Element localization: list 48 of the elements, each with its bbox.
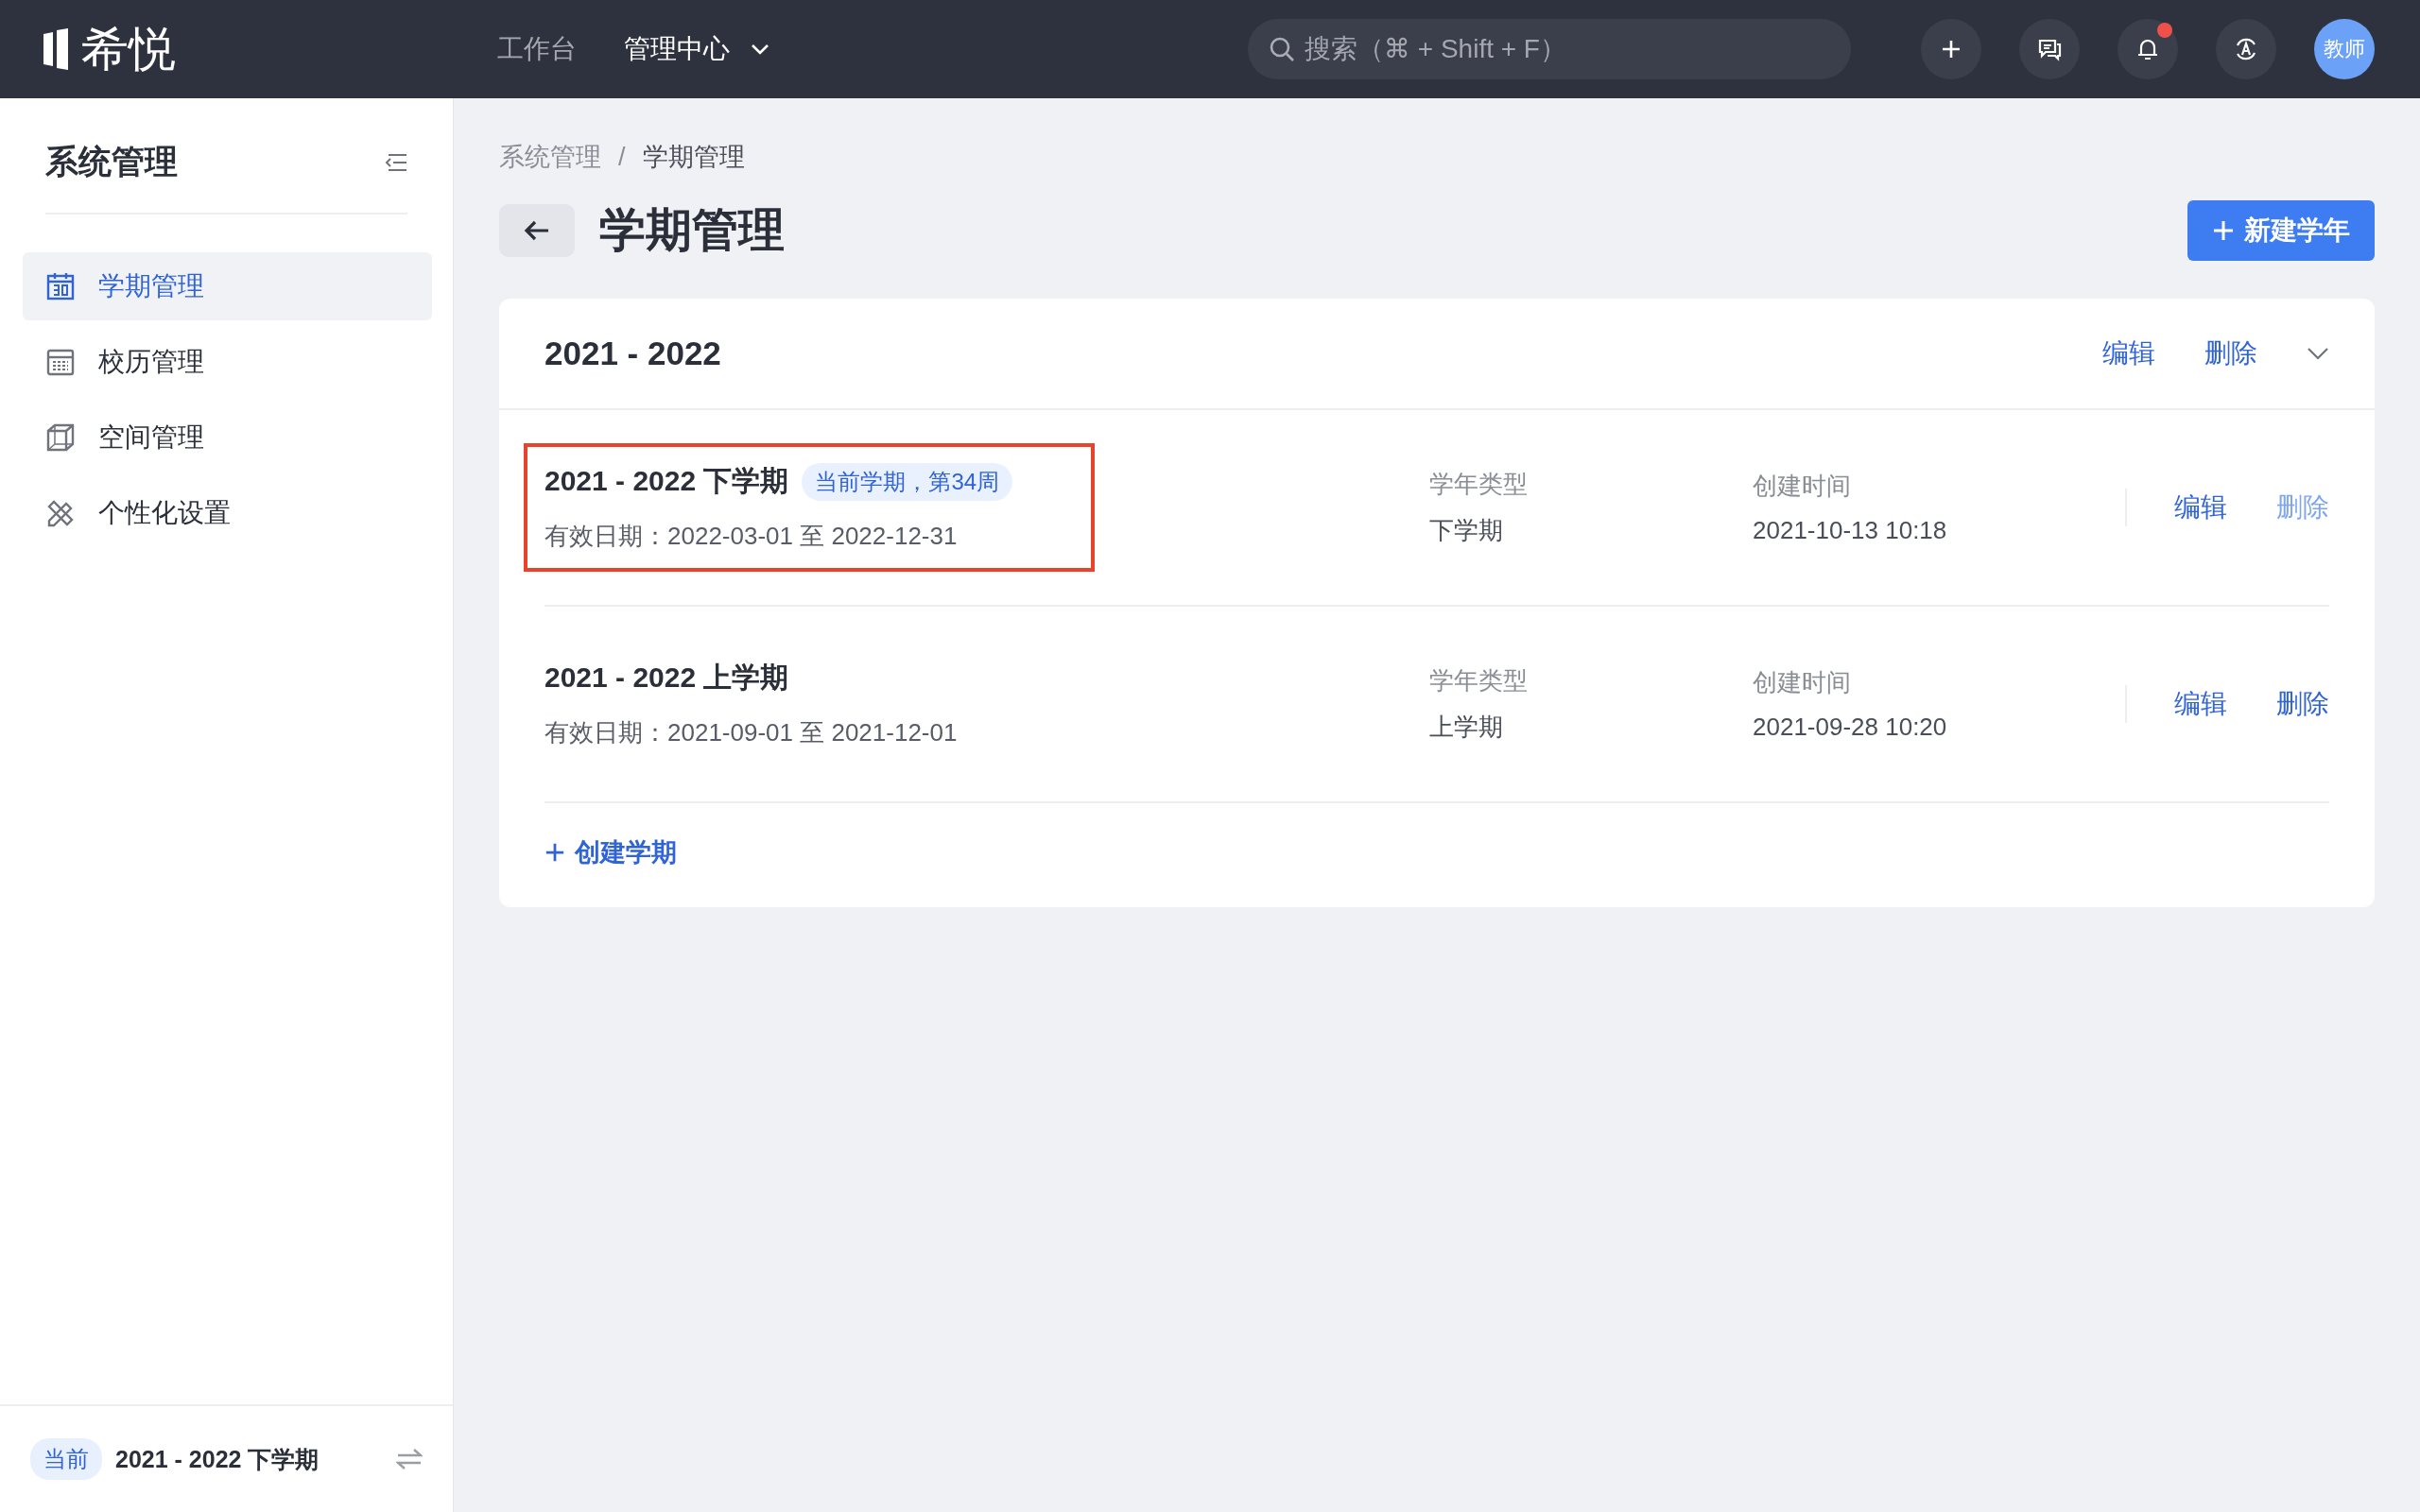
term-title: 2021 - 2022 下学期 — [544, 464, 789, 498]
action-link[interactable]: 编辑 — [2174, 686, 2227, 722]
sidebar-title: 系统管理 — [45, 142, 178, 181]
breadcrumb-separator: / — [618, 142, 626, 172]
back-arrow-icon — [524, 219, 550, 242]
action-link[interactable]: 编辑 — [2102, 335, 2155, 371]
term-title: 2021 - 2022 上学期 — [544, 661, 789, 695]
back-button[interactable] — [499, 204, 575, 257]
plus-icon — [544, 842, 565, 863]
field-label: 学年类型 — [1429, 469, 1529, 500]
collapse-menu-icon[interactable] — [385, 152, 407, 172]
breadcrumb-link[interactable]: 系统管理 — [499, 140, 601, 174]
plus-icon — [1940, 38, 1962, 60]
field-value: 2021-09-28 10:20 — [1753, 713, 1948, 742]
chevron-down-icon[interactable] — [2307, 347, 2329, 360]
action-link[interactable]: 编辑 — [2174, 490, 2227, 525]
nav-tab[interactable]: 管理中心 — [624, 31, 769, 67]
cube-icon — [45, 422, 76, 453]
current-badge: 当前 — [30, 1438, 102, 1480]
sidebar-item[interactable]: 空间管理 — [23, 404, 432, 472]
search-field[interactable]: 搜索（⌘ + Shift + F） — [1248, 19, 1851, 79]
action-link[interactable]: 删除 — [2276, 686, 2329, 722]
current-term: 2021 - 2022 下学期 — [115, 1444, 320, 1474]
page-title: 学期管理 — [599, 203, 785, 257]
calendar-icon — [45, 271, 76, 301]
field-value: 下学期 — [1429, 515, 1504, 546]
current-term-tag: 当前学期，第34周 — [802, 462, 1013, 501]
calendar-icon — [45, 347, 76, 377]
field-label: 创建时间 — [1753, 667, 1852, 698]
term-dates: 有效日期：2022-03-01 至 2022-12-31 — [544, 521, 959, 552]
sidebar-item[interactable]: 校历管理 — [23, 328, 432, 396]
field-value: 2021-10-13 10:18 — [1753, 516, 1948, 545]
action-link[interactable]: 删除 — [2204, 335, 2257, 371]
new-year-button[interactable]: 新建学年 — [2187, 200, 2375, 261]
plus-icon — [2212, 219, 2235, 242]
term-dates: 有效日期：2021-09-01 至 2021-12-01 — [544, 717, 959, 748]
field-label: 创建时间 — [1753, 471, 1852, 502]
year-title: 2021 - 2022 — [544, 335, 721, 372]
sidebar-item[interactable]: 学期管理 — [23, 252, 432, 320]
field-label: 学年类型 — [1429, 665, 1529, 696]
logo-text: 希悦 — [81, 21, 176, 77]
pencil-ruler-icon — [45, 498, 76, 528]
nav-tab[interactable]: 工作台 — [497, 31, 577, 67]
field-value: 上学期 — [1429, 712, 1504, 743]
breadcrumb-link[interactable]: 学期管理 — [642, 140, 745, 174]
create-term-link[interactable]: 创建学期 — [544, 835, 677, 869]
switch-icon[interactable] — [396, 1448, 423, 1470]
sidebar-item[interactable]: 个性化设置 — [23, 479, 432, 547]
